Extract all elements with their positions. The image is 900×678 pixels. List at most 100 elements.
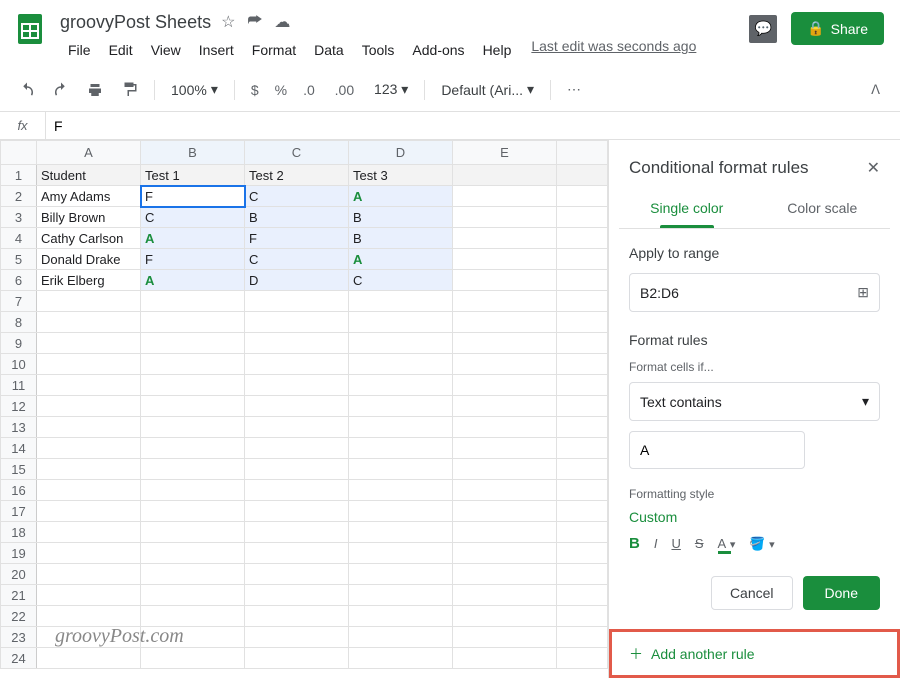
last-edit-link[interactable]: Last edit was seconds ago: [531, 38, 696, 62]
cell[interactable]: [349, 606, 453, 627]
decrease-decimal-button[interactable]: .0: [297, 78, 325, 102]
cell[interactable]: [141, 522, 245, 543]
cell[interactable]: F: [141, 249, 245, 270]
more-formats-dropdown[interactable]: 123 ▾: [368, 77, 414, 102]
cell[interactable]: [245, 648, 349, 669]
cell[interactable]: [453, 165, 557, 186]
column-header[interactable]: B: [141, 141, 245, 165]
cell[interactable]: [349, 648, 453, 669]
cell[interactable]: [245, 396, 349, 417]
strikethrough-button[interactable]: S: [695, 536, 704, 551]
bold-button[interactable]: B: [629, 535, 640, 552]
row-header[interactable]: 23: [1, 627, 37, 648]
row-header[interactable]: 14: [1, 438, 37, 459]
cell[interactable]: Test 3: [349, 165, 453, 186]
cell[interactable]: [37, 333, 141, 354]
share-button[interactable]: 🔒 Share: [791, 12, 884, 45]
row-header[interactable]: 15: [1, 459, 37, 480]
cell[interactable]: [349, 501, 453, 522]
cell[interactable]: F: [245, 228, 349, 249]
menu-view[interactable]: View: [143, 38, 189, 62]
cell[interactable]: [453, 417, 557, 438]
cell[interactable]: [245, 585, 349, 606]
cell[interactable]: [141, 564, 245, 585]
cell[interactable]: Donald Drake: [37, 249, 141, 270]
cell[interactable]: [349, 627, 453, 648]
cell[interactable]: [141, 396, 245, 417]
cell[interactable]: [453, 207, 557, 228]
cell[interactable]: [453, 186, 557, 207]
cell[interactable]: Erik Elberg: [37, 270, 141, 291]
cell[interactable]: [453, 228, 557, 249]
redo-button[interactable]: [46, 77, 76, 103]
cell[interactable]: A: [349, 186, 453, 207]
cell[interactable]: C: [349, 270, 453, 291]
comments-icon[interactable]: 💬: [749, 15, 777, 43]
underline-button[interactable]: U: [671, 536, 680, 551]
row-header[interactable]: 6: [1, 270, 37, 291]
cloud-status-icon[interactable]: ☁: [274, 12, 290, 32]
cell[interactable]: [453, 312, 557, 333]
cell[interactable]: [37, 648, 141, 669]
cell[interactable]: [37, 564, 141, 585]
row-header[interactable]: 16: [1, 480, 37, 501]
move-icon[interactable]: ⮫: [247, 12, 262, 32]
cell[interactable]: [37, 354, 141, 375]
cell[interactable]: [141, 291, 245, 312]
cell[interactable]: [141, 375, 245, 396]
cell[interactable]: [453, 585, 557, 606]
cell[interactable]: [245, 501, 349, 522]
menu-edit[interactable]: Edit: [101, 38, 141, 62]
cell[interactable]: B: [349, 228, 453, 249]
cell[interactable]: [245, 438, 349, 459]
cell[interactable]: [37, 480, 141, 501]
menu-data[interactable]: Data: [306, 38, 352, 62]
cell[interactable]: [141, 333, 245, 354]
cell[interactable]: [453, 291, 557, 312]
cell[interactable]: [349, 459, 453, 480]
cell[interactable]: [141, 480, 245, 501]
cell[interactable]: [37, 375, 141, 396]
cell[interactable]: [245, 354, 349, 375]
cell[interactable]: C: [141, 207, 245, 228]
cell[interactable]: Student: [37, 165, 141, 186]
column-header[interactable]: E: [453, 141, 557, 165]
cell[interactable]: [37, 543, 141, 564]
fill-color-button[interactable]: 🪣 ▾: [749, 536, 774, 552]
document-title[interactable]: groovyPost Sheets: [60, 12, 211, 33]
cell[interactable]: [141, 648, 245, 669]
cell[interactable]: [37, 585, 141, 606]
cell[interactable]: [37, 417, 141, 438]
cell[interactable]: Cathy Carlson: [37, 228, 141, 249]
close-icon[interactable]: ✕: [867, 158, 880, 178]
increase-decimal-button[interactable]: .00: [329, 78, 364, 102]
cell[interactable]: [245, 543, 349, 564]
cell[interactable]: C: [245, 186, 349, 207]
cell[interactable]: C: [245, 249, 349, 270]
row-header[interactable]: 21: [1, 585, 37, 606]
cell[interactable]: [349, 375, 453, 396]
cell[interactable]: Billy Brown: [37, 207, 141, 228]
row-header[interactable]: 18: [1, 522, 37, 543]
row-header[interactable]: 20: [1, 564, 37, 585]
column-header[interactable]: A: [37, 141, 141, 165]
cell[interactable]: [141, 417, 245, 438]
cell[interactable]: [245, 333, 349, 354]
cell[interactable]: [37, 501, 141, 522]
menu-insert[interactable]: Insert: [191, 38, 242, 62]
cell[interactable]: [349, 333, 453, 354]
cell[interactable]: [37, 438, 141, 459]
cell[interactable]: [245, 459, 349, 480]
tab-single-color[interactable]: Single color: [619, 190, 755, 228]
menu-file[interactable]: File: [60, 38, 99, 62]
sheets-logo-icon[interactable]: [10, 8, 50, 48]
cell[interactable]: Test 2: [245, 165, 349, 186]
cell[interactable]: [453, 543, 557, 564]
cell[interactable]: [141, 585, 245, 606]
condition-value-input[interactable]: [629, 431, 805, 469]
cell[interactable]: [141, 543, 245, 564]
cell[interactable]: [141, 501, 245, 522]
cell[interactable]: [453, 648, 557, 669]
cell[interactable]: [349, 564, 453, 585]
collapse-toolbar-button[interactable]: ᐱ: [863, 78, 888, 102]
